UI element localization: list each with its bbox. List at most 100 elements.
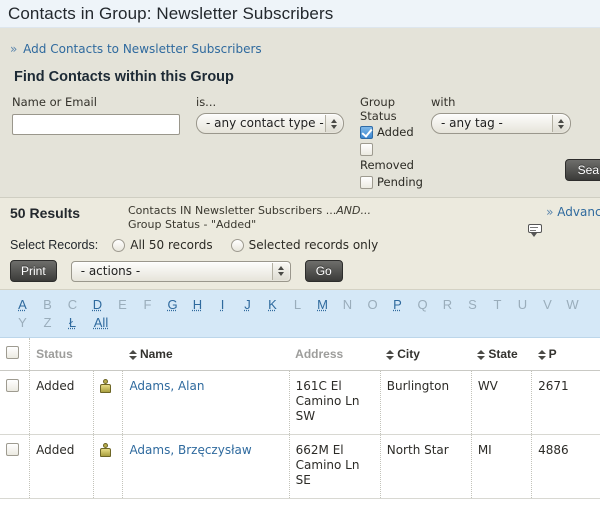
row-city: Burlington xyxy=(380,371,471,435)
alpha-filter-all[interactable]: All xyxy=(85,314,117,331)
alpha-filter-j[interactable]: J xyxy=(235,296,260,313)
contact-name-link[interactable]: Adams, Brzęczysław xyxy=(129,443,251,457)
row-city: North Star xyxy=(380,435,471,499)
results-criteria-emphasis: AND... xyxy=(336,204,371,217)
alpha-filter-y: Y xyxy=(10,314,35,331)
alpha-filter-n: N xyxy=(335,296,360,313)
alpha-filter-ł[interactable]: Ł xyxy=(60,314,85,331)
row-state: WV xyxy=(471,371,531,435)
chevron-right-icon: » xyxy=(10,42,17,56)
select-stepper-icon xyxy=(272,263,289,280)
row-postal-code: 2671 xyxy=(532,371,600,435)
alpha-filter-f: F xyxy=(135,296,160,313)
alphabet-filter-bar: ABCDEFGHIJKLMNOPQRSTUVWYZŁAll xyxy=(0,290,600,338)
radio-all-records[interactable] xyxy=(112,239,125,252)
contact-type-select[interactable]: - any contact type - xyxy=(196,113,344,134)
select-records-label: Select Records: xyxy=(10,238,98,252)
row-contact-icon-cell xyxy=(93,435,123,499)
row-select-cell[interactable] xyxy=(0,371,30,435)
group-status-added-checkbox[interactable] xyxy=(360,126,373,139)
alpha-filter-b: B xyxy=(35,296,60,313)
alpha-filter-t: T xyxy=(485,296,510,313)
chevron-right-icon: » xyxy=(546,205,553,219)
sort-arrows-icon xyxy=(538,350,546,360)
group-status-removed-checkbox[interactable] xyxy=(360,143,373,156)
name-or-email-input[interactable] xyxy=(12,114,180,135)
search-button[interactable]: Sea xyxy=(565,159,600,181)
go-button[interactable]: Go xyxy=(305,260,343,282)
contacts-table-head: Status Name Address City State P xyxy=(0,338,600,371)
tag-selected-value: - any tag - xyxy=(441,116,503,130)
actions-selected-value: - actions - xyxy=(81,264,140,278)
group-status-removed-label: Removed xyxy=(360,158,431,172)
results-summary: 50 Results Contacts IN Newsletter Subscr… xyxy=(10,204,600,232)
alpha-filter-g[interactable]: G xyxy=(160,296,185,313)
radio-all-records-label: All 50 records xyxy=(130,238,212,252)
group-status-added-label: Added xyxy=(377,125,414,139)
row-status: Added xyxy=(30,371,94,435)
alpha-filter-d[interactable]: D xyxy=(85,296,110,313)
alpha-filter-z: Z xyxy=(35,314,60,331)
results-criteria-line1: Contacts IN Newsletter Subscribers ... xyxy=(128,204,336,217)
column-header-select-all[interactable] xyxy=(0,338,30,371)
group-status-label-line1: Group xyxy=(360,95,431,109)
row-name: Adams, Alan xyxy=(123,371,289,435)
find-contacts-panel: » Add Contacts to Newsletter Subscribers… xyxy=(0,28,600,198)
print-button[interactable]: Print xyxy=(10,260,57,282)
contact-type-field-group: is... - any contact type - xyxy=(196,95,360,138)
column-header-city-label: City xyxy=(397,347,420,361)
actions-select[interactable]: - actions - xyxy=(71,261,291,282)
row-select-cell[interactable] xyxy=(0,435,30,499)
group-status-pending-row[interactable]: Pending xyxy=(360,175,431,189)
select-all-checkbox[interactable] xyxy=(6,346,19,359)
column-header-status: Status xyxy=(30,338,94,371)
tag-label: with xyxy=(431,95,571,109)
page-title: Contacts in Group: Newsletter Subscriber… xyxy=(8,3,600,25)
row-state: MI xyxy=(471,435,531,499)
column-header-name[interactable]: Name xyxy=(123,338,289,371)
select-records-row: Select Records: All 50 records Selected … xyxy=(10,238,600,252)
column-header-postal-code[interactable]: P xyxy=(532,338,600,371)
group-status-field-group: Group Status Added Removed Pending xyxy=(360,95,431,189)
alpha-filter-a[interactable]: A xyxy=(10,296,35,313)
alpha-filter-m[interactable]: M xyxy=(310,296,335,313)
alpha-filter-w: W xyxy=(560,296,585,313)
column-header-state[interactable]: State xyxy=(471,338,531,371)
alpha-filter-u: U xyxy=(510,296,535,313)
alpha-filter-h[interactable]: H xyxy=(185,296,210,313)
contact-person-icon xyxy=(100,379,111,393)
select-stepper-icon xyxy=(325,115,342,132)
alpha-filter-s: S xyxy=(460,296,485,313)
sort-arrows-icon xyxy=(129,350,137,360)
row-address: 161C El Camino Ln SW xyxy=(289,371,380,435)
row-select-checkbox[interactable] xyxy=(6,379,19,392)
advanced-search-link[interactable]: » Advanced S xyxy=(546,205,600,219)
group-status-label-line2: Status xyxy=(360,109,431,123)
table-row: AddedAdams, Brzęczysław662M El Camino Ln… xyxy=(0,435,600,499)
radio-selected-records-only[interactable] xyxy=(231,239,244,252)
add-contacts-link-row: » Add Contacts to Newsletter Subscribers xyxy=(0,28,600,61)
alpha-filter-i[interactable]: I xyxy=(210,296,235,313)
row-contact-icon-cell xyxy=(93,371,123,435)
column-header-city[interactable]: City xyxy=(380,338,471,371)
column-header-address: Address xyxy=(289,338,380,371)
results-criteria: Contacts IN Newsletter Subscribers ...AN… xyxy=(128,204,371,232)
find-contacts-heading: Find Contacts within this Group xyxy=(0,61,600,87)
select-stepper-icon xyxy=(552,115,569,132)
group-status-added-row[interactable]: Added xyxy=(360,125,431,139)
alpha-filter-k[interactable]: K xyxy=(260,296,285,313)
column-header-postal-code-label: P xyxy=(549,347,557,361)
row-select-checkbox[interactable] xyxy=(6,443,19,456)
alpha-filter-c: C xyxy=(60,296,85,313)
add-contacts-to-group-link[interactable]: » Add Contacts to Newsletter Subscribers xyxy=(10,42,262,56)
results-criteria-line2: Group Status - "Added" xyxy=(128,218,256,231)
alpha-filter-l: L xyxy=(285,296,310,313)
group-status-removed-row[interactable] xyxy=(360,143,431,156)
row-name: Adams, Brzęczysław xyxy=(123,435,289,499)
alpha-filter-p[interactable]: P xyxy=(385,296,410,313)
contact-name-link[interactable]: Adams, Alan xyxy=(129,379,204,393)
group-status-pending-checkbox[interactable] xyxy=(360,176,373,189)
results-count: 50 Results xyxy=(10,204,128,221)
tag-select[interactable]: - any tag - xyxy=(431,113,571,134)
column-header-state-label: State xyxy=(488,347,517,361)
